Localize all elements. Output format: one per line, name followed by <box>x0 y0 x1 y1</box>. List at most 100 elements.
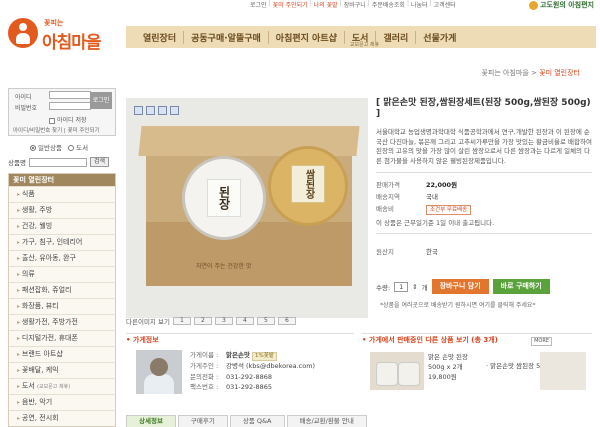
divider <box>376 233 592 234</box>
search-type-books[interactable]: 도서 <box>68 144 88 152</box>
id-input[interactable] <box>49 91 91 99</box>
radio-icon <box>68 145 75 151</box>
other-product-image-2[interactable] <box>540 352 586 390</box>
logo-big-text: 아침마을 <box>42 33 102 53</box>
buy-now-button[interactable]: 바로 구매하기 <box>492 279 550 294</box>
thumbs-label: 다른이미지 보기 <box>126 318 170 326</box>
category-item[interactable]: 건강, 웰빙 <box>9 218 115 234</box>
category-item[interactable]: 패션잡화, 쥬얼리 <box>9 282 115 298</box>
category-menu: 꽃미 열린장터 식품 생활, 주방 건강, 웰빙 가구, 침구, 인테리어 출산… <box>8 173 116 427</box>
nav-item-gallery[interactable]: 갤러리 <box>375 30 415 44</box>
category-item[interactable]: 가구, 침구, 인테리어 <box>9 234 115 250</box>
save-id-checkbox[interactable]: 아이디 저장 <box>49 115 87 124</box>
search-type-general[interactable]: 일반상품 <box>30 144 62 152</box>
thumb-button[interactable]: 4 <box>235 317 254 325</box>
top-utility-bar: 로그인 | 꽃미 주인되기 | 나의 꽃밭 | 장바구니 | 주문배송조회 | 나눔터 | … <box>250 0 456 10</box>
thumb-button[interactable]: 2 <box>193 317 212 325</box>
category-item[interactable]: 출산, 유아동, 완구 <box>9 250 115 266</box>
product-search: 상품명 검색 <box>8 156 116 168</box>
mail-icon[interactable] <box>158 106 167 115</box>
product-image[interactable]: 자연이 주는 건강한 맛 된장 쌈된장 <box>126 98 368 318</box>
search-type-books-label: 도서 <box>76 144 89 152</box>
breadcrumb-current: 꽃미 열린장터 <box>539 69 580 77</box>
tab-reviews[interactable]: 구매후기 <box>177 415 228 427</box>
add-to-cart-button[interactable]: 장바구니 담기 <box>431 279 489 294</box>
tab-qna[interactable]: 상품 Q&A <box>229 415 285 427</box>
shop-info-box: • 가게정보 가게이름 : 맑은손맛 1%꽃밭 가게주인 : 강병석 (kbs@db… <box>126 333 354 403</box>
breadcrumb: 꽃피는 아침마을 > 꽃미 열린장터 <box>481 68 580 78</box>
thumb-button[interactable]: 1 <box>172 317 191 325</box>
breadcrumb-home[interactable]: 꽃피는 아침마을 <box>481 69 528 77</box>
other-product-name[interactable]: 맑은 손맛 된장 <box>428 352 468 362</box>
sponsor-logo[interactable]: 고도원의 아침편지 <box>529 0 594 10</box>
print-icon[interactable] <box>146 106 155 115</box>
thumb-button[interactable]: 3 <box>214 317 233 325</box>
category-item[interactable]: 의류 <box>9 266 115 282</box>
search-type-general-label: 일반상품 <box>38 144 62 152</box>
tab-shipping-policy[interactable]: 배송/교환/환불 안내 <box>286 415 367 427</box>
nav-item-books[interactable]: 도서 교보문고 제휴 <box>343 30 379 48</box>
thumb-button[interactable]: 5 <box>256 317 275 325</box>
category-item-books[interactable]: 도서 (교보문고 제휴) <box>9 378 115 394</box>
thumb-button[interactable]: 6 <box>277 317 296 325</box>
other-products-box: • 가게에서 판매중인 다른 상품 보기 (총 3개) MORE 맑은 손맛 된… <box>362 333 592 403</box>
login-help-links[interactable]: 아이디/비밀번호 찾기 | 꽃미 주인되기 <box>13 126 100 134</box>
price-label: 판매가격 <box>376 181 400 189</box>
category-menu-title: 꽃미 열린장터 <box>9 174 115 186</box>
category-item[interactable]: 생활, 주방 <box>9 202 115 218</box>
nav-item-art-shop[interactable]: 아침편지 아트샵 <box>267 30 344 44</box>
category-item[interactable]: 꽃배달, 케익 <box>9 362 115 378</box>
quantity-stepper-icon[interactable]: ⇕ <box>412 283 417 291</box>
password-label: 비밀번호 <box>15 105 38 112</box>
top-link-order-status[interactable]: 주문배송조회 <box>372 0 405 10</box>
top-link-owner[interactable]: 꽃미 주인되기 <box>273 0 308 10</box>
product-search-input[interactable] <box>28 157 87 167</box>
doenjang-jar: 된장 <box>182 156 266 240</box>
nav-item-open-market[interactable]: 열린장터 <box>136 31 183 44</box>
save-icon[interactable] <box>134 106 143 115</box>
category-item[interactable]: 공연, 전시회 <box>9 410 115 426</box>
sponsor-name: 고도원의 아침편지 <box>540 1 594 9</box>
password-input[interactable] <box>49 102 91 110</box>
other-product-info: 맑은 손맛 된장 500g x 2개 19,800원 <box>428 352 468 382</box>
product-info: [ 맑은손맛 된장,쌈된장세트(된장 500g,쌈된장 500g) ] 서울대학… <box>376 98 592 256</box>
top-link-mygarden[interactable]: 나의 꽃밭 <box>314 0 338 10</box>
other-product-image[interactable] <box>370 352 424 390</box>
multi-address-link[interactable]: *상품을 여러곳으로 배송받기 원하시면 여기를 클릭해 주세요* <box>380 300 535 309</box>
nav-item-group-buy[interactable]: 공동구매·알뜰구매 <box>183 30 268 44</box>
top-link-support[interactable]: 고객센터 <box>434 0 456 10</box>
image-toolbar <box>134 106 179 115</box>
category-item[interactable]: 음반, 악기 <box>9 394 115 410</box>
top-link-login[interactable]: 로그인 <box>250 0 267 10</box>
fax-label: 팩스번호 : <box>190 383 219 391</box>
checkbox-icon <box>49 117 55 124</box>
radio-checked-icon <box>30 145 36 151</box>
jar-label: 쌈된장 <box>291 165 325 203</box>
nav-item-gift-shop[interactable]: 선물가게 <box>415 30 463 44</box>
folder-icon[interactable] <box>170 106 179 115</box>
search-button[interactable]: 검색 <box>89 157 109 167</box>
top-link-cart[interactable]: 장바구니 <box>344 0 366 10</box>
jar-label: 된장 <box>207 179 241 217</box>
bullet-icon: • <box>126 336 133 344</box>
owner-value[interactable]: 강병석 (kbs@dbekorea.com) <box>226 362 315 370</box>
fax-value: 031-292-8865 <box>226 383 273 391</box>
quantity-input[interactable]: 1 <box>394 281 409 292</box>
category-item[interactable]: 브랜드 아트샵 <box>9 346 115 362</box>
shop-name[interactable]: 맑은손맛 <box>226 351 250 359</box>
category-item[interactable]: 생활가전, 주방가전 <box>9 314 115 330</box>
gift-box: 자연이 주는 건강한 맛 된장 쌈된장 <box>138 126 360 286</box>
shop-info-rows: 가게이름 : 맑은손맛 1%꽃밭 가게주인 : 강병석 (kbs@dbekorea.… <box>190 350 315 393</box>
shipping-row: 배송비 조건부 무료배송 <box>376 203 592 215</box>
category-item[interactable]: 식품 <box>9 186 115 202</box>
tab-details[interactable]: 상세정보 <box>126 415 176 427</box>
top-link-board[interactable]: 나눔터 <box>411 0 428 10</box>
owner-label: 가게주인 : <box>190 362 219 370</box>
login-button[interactable]: 로그인 <box>90 92 112 109</box>
category-item[interactable]: 화장품, 뷰티 <box>9 298 115 314</box>
other-product-price: 19,800원 <box>428 373 457 381</box>
category-item[interactable]: 디지털가전, 휴대폰 <box>9 330 115 346</box>
shipping-label: 배송비 <box>376 205 394 213</box>
site-logo[interactable]: 꽃피는 아침마을 <box>8 14 126 62</box>
more-button[interactable]: MORE <box>531 337 552 346</box>
